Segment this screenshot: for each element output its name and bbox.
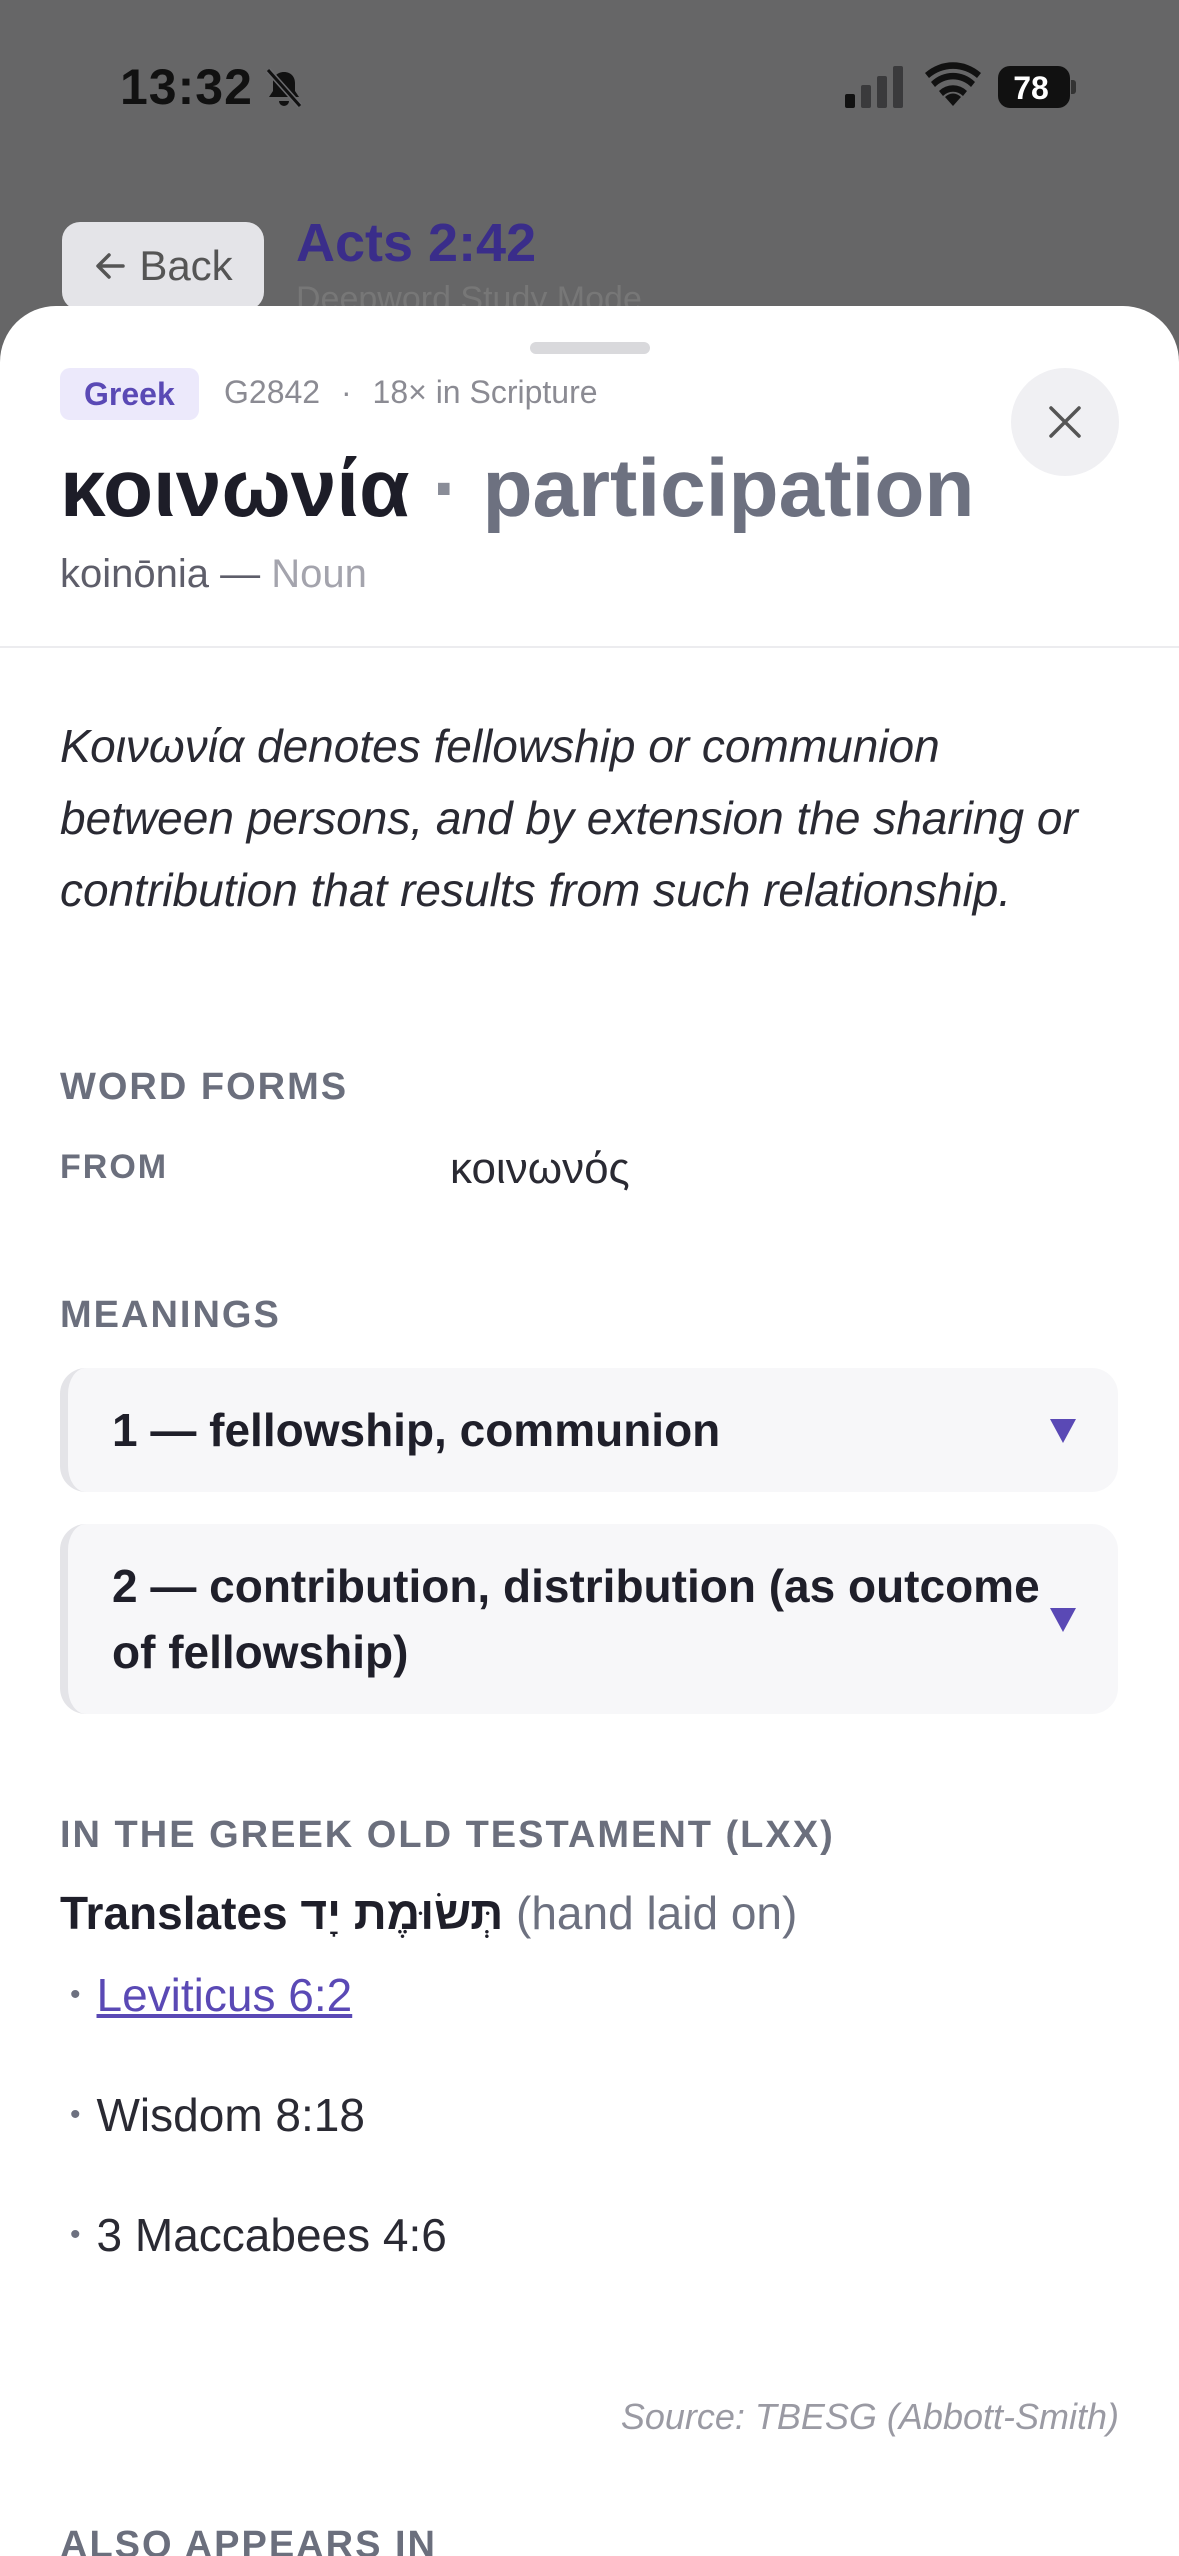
arrow-left-icon: [96, 253, 126, 279]
reference-label: 3 Maccabees 4:6: [96, 2209, 447, 2261]
back-button[interactable]: Back: [62, 222, 264, 310]
cellular-signal-icon: [845, 66, 903, 108]
part-of-speech: Noun: [271, 552, 367, 596]
frequency: 18× in Scripture: [372, 374, 598, 410]
bullet: •: [70, 1978, 81, 2011]
word-meta: G2842 · 18× in Scripture: [224, 374, 598, 411]
triangle-down-icon: [1050, 1419, 1076, 1443]
status-time: 13:32: [120, 59, 253, 115]
bell-slash-icon: [265, 68, 303, 108]
battery-indicator: 78: [998, 66, 1076, 108]
bullet: •: [70, 2218, 81, 2251]
close-icon: [1049, 406, 1081, 438]
translates-label: Translates: [60, 1887, 288, 1939]
reference-label: Wisdom 8:18: [96, 2089, 365, 2141]
meaning-label: 1 — fellowship, communion: [112, 1404, 721, 1456]
language-badge: Greek: [60, 368, 199, 420]
hebrew-gloss: (hand laid on): [516, 1887, 798, 1939]
meanings-heading: MEANINGS: [60, 1294, 281, 1336]
lemma: κοινωνία: [60, 443, 410, 534]
meaning-item[interactable]: 1 — fellowship, communion: [60, 1368, 1118, 1492]
battery-level: 78: [1013, 70, 1049, 106]
word-detail-sheet: Greek G2842 · 18× in Scripture κοινωνία …: [0, 306, 1179, 2556]
from-value[interactable]: κοινωνός: [450, 1144, 630, 1194]
transliteration-line: koinōnia — Noun: [60, 552, 367, 597]
triangle-down-icon: [1050, 1608, 1076, 1632]
back-label: Back: [139, 242, 233, 289]
meta-separator: ·: [340, 374, 352, 410]
lxx-reference: • Wisdom 8:18: [70, 2088, 365, 2142]
sheet-grabber[interactable]: [530, 342, 650, 354]
reference-link[interactable]: Leviticus 6:2: [97, 1968, 353, 2022]
lxx-heading: IN THE GREEK OLD TESTAMENT (LXX): [60, 1814, 835, 1856]
word-forms-heading: WORD FORMS: [60, 1066, 349, 1108]
transliteration: koinōnia —: [60, 552, 261, 596]
page-title: Acts 2:42: [296, 213, 537, 273]
headword: κοινωνία · participation: [60, 442, 975, 536]
bullet: •: [70, 2098, 81, 2131]
wifi-icon: [925, 62, 981, 106]
status-bar: 13:32 78: [0, 0, 1179, 175]
meaning-label: 2 — contribution, distribution (as outco…: [112, 1560, 1040, 1678]
definition: Κοινωνία denotes fellowship or communion…: [60, 720, 1078, 916]
close-button[interactable]: [1011, 368, 1119, 476]
from-label: FROM: [60, 1148, 169, 1186]
headword-separator: ·: [432, 443, 460, 534]
hebrew-phrase: תְּשׂוּמֶת יָד: [300, 1887, 504, 1939]
divider: [0, 646, 1179, 648]
also-appears-heading: ALSO APPEARS IN: [60, 2524, 437, 2556]
strongs-number: G2842: [224, 374, 321, 410]
lxx-reference[interactable]: • Leviticus 6:2: [70, 1968, 352, 2022]
source-attribution: Source: TBESG (Abbott-Smith): [620, 2396, 1119, 2437]
lxx-reference: • 3 Maccabees 4:6: [70, 2208, 447, 2262]
gloss: participation: [482, 443, 975, 534]
meaning-item[interactable]: 2 — contribution, distribution (as outco…: [60, 1524, 1118, 1714]
lxx-translates: Translates תְּשׂוּמֶת יָד (hand laid on): [60, 1886, 797, 1940]
